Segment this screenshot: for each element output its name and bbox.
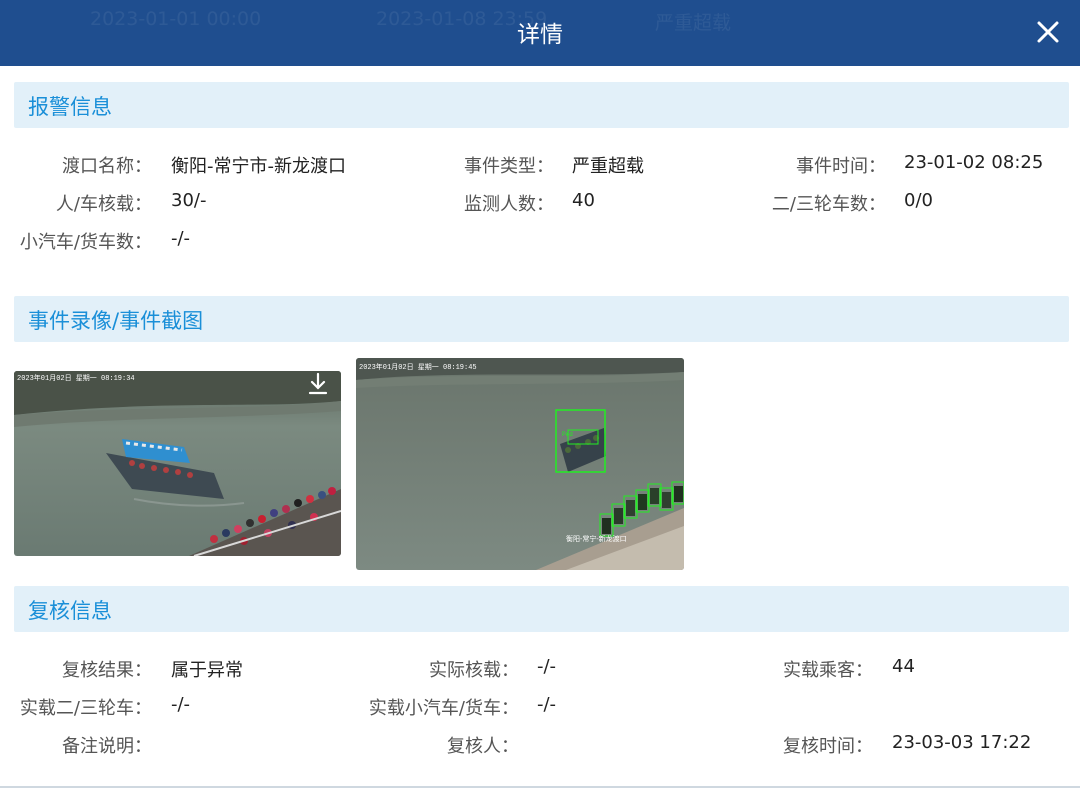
actual-car-truck-value: -/- xyxy=(537,694,557,715)
actual-capacity-label: 实际核载： xyxy=(429,660,519,681)
detection-label: Ped xyxy=(562,431,573,438)
event-snapshot[interactable]: Ped 2023年01月02日 星期一 08:19:45 衡阳-常宁-新龙渡口 xyxy=(356,358,684,570)
media-section-header: 事件录像/事件截图 xyxy=(14,296,1069,342)
event-type-value: 严重超载 xyxy=(572,156,644,177)
alarm-section-header: 报警信息 xyxy=(14,82,1069,128)
actual-car-truck-label: 实载小汽车/货车： xyxy=(368,698,519,719)
alarm-row-2: 人/车核载： 30/- 监测人数： 40 二/三轮车数： 0/0 xyxy=(0,190,1080,220)
actual-passengers-value: 44 xyxy=(892,656,915,677)
event-time-label: 事件时间： xyxy=(796,156,886,177)
actual-tricycle-label: 实载二/三轮车： xyxy=(19,698,152,719)
event-video[interactable]: 2023年01月02日 星期一 08:19:34 xyxy=(14,371,341,556)
alarm-row-3: 小汽车/货车数： -/- xyxy=(0,228,1080,258)
close-icon xyxy=(1037,21,1059,43)
ferry-name-value: 衡阳-常宁市-新龙渡口 xyxy=(171,156,346,177)
review-section-header: 复核信息 xyxy=(14,586,1069,632)
alarm-row-1: 渡口名称： 衡阳-常宁市-新龙渡口 事件类型： 严重超载 事件时间： 23-01… xyxy=(0,152,1080,182)
dialog-body: 报警信息 渡口名称： 衡阳-常宁市-新龙渡口 事件类型： 严重超载 事件时间： … xyxy=(0,66,1080,788)
actual-passengers-label: 实载乘客： xyxy=(783,660,873,681)
event-time-value: 23-01-02 08:25 xyxy=(904,152,1044,173)
snapshot-timestamp: 2023年01月02日 星期一 08:19:45 xyxy=(359,362,477,372)
snapshot-image: Ped 2023年01月02日 星期一 08:19:45 衡阳-常宁-新龙渡口 xyxy=(356,358,684,570)
download-icon xyxy=(308,372,328,395)
capacity-label: 人/车核载： xyxy=(55,194,152,215)
video-frame-image: 2023年01月02日 星期一 08:19:34 xyxy=(14,371,341,556)
detected-count-value: 40 xyxy=(572,190,595,211)
detected-count-label: 监测人数： xyxy=(464,194,554,215)
close-button[interactable] xyxy=(1028,12,1068,52)
review-time-value: 23-03-03 17:22 xyxy=(892,732,1032,753)
tricycle-count-value: 0/0 xyxy=(904,190,933,211)
event-type-label: 事件类型： xyxy=(464,156,554,177)
remark-label: 备注说明： xyxy=(62,736,152,757)
review-result-value: 属于异常 xyxy=(171,660,243,681)
review-row-2: 实载二/三轮车： -/- 实载小汽车/货车： -/- xyxy=(0,694,1080,724)
actual-tricycle-value: -/- xyxy=(171,694,191,715)
car-truck-count-value: -/- xyxy=(171,228,191,249)
review-row-1: 复核结果： 属于异常 实际核载： -/- 实载乘客： 44 xyxy=(0,656,1080,686)
reviewer-label: 复核人： xyxy=(447,736,519,757)
video-timestamp: 2023年01月02日 星期一 08:19:34 xyxy=(17,373,135,383)
section-title: 报警信息 xyxy=(28,95,112,119)
ferry-name-label: 渡口名称： xyxy=(62,156,152,177)
snapshot-caption: 衡阳-常宁-新龙渡口 xyxy=(566,534,627,543)
section-title: 复核信息 xyxy=(28,599,112,623)
dialog-title: 详情 xyxy=(517,22,563,48)
car-truck-count-label: 小汽车/货车数： xyxy=(19,232,152,253)
review-result-label: 复核结果： xyxy=(62,660,152,681)
capacity-value: 30/- xyxy=(171,190,207,211)
tricycle-count-label: 二/三轮车数： xyxy=(771,194,886,215)
review-time-label: 复核时间： xyxy=(783,736,873,757)
section-title: 事件录像/事件截图 xyxy=(28,309,204,333)
actual-capacity-value: -/- xyxy=(537,656,557,677)
review-row-3: 备注说明： 复核人： 复核时间： 23-03-03 17:22 xyxy=(0,732,1080,762)
dialog-header: 2023-01-01 00:00 2023-01-08 23:59 严重超载 详… xyxy=(0,0,1080,66)
download-button[interactable] xyxy=(305,371,331,397)
